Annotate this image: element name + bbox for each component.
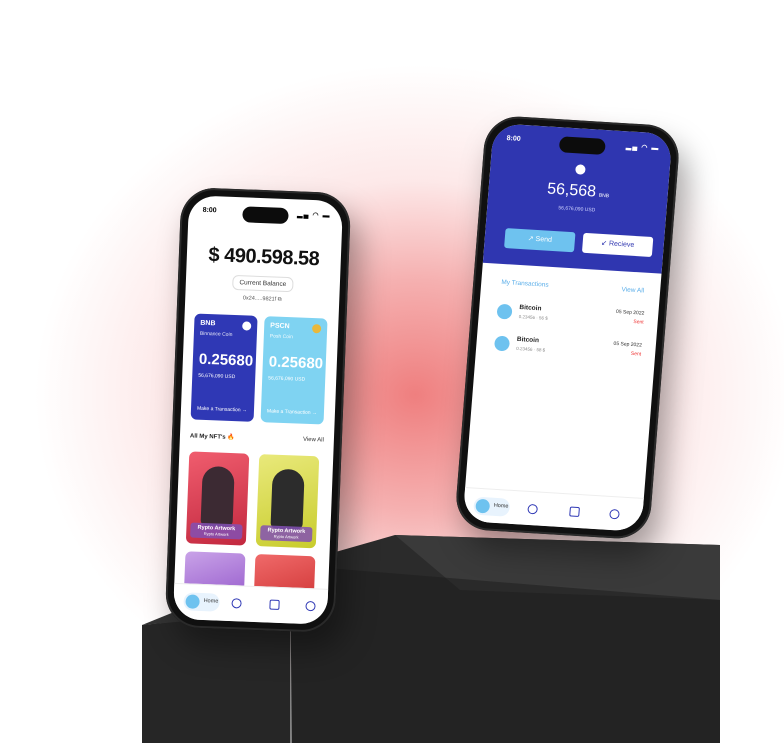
coin-icon: [311, 324, 322, 334]
bitcoin-icon: [496, 303, 513, 320]
nft-card[interactable]: Rypto Artwork Rypto Artwork: [255, 454, 320, 549]
wallet-icon[interactable]: [569, 506, 580, 518]
nft-heading: All My NFT's 🔥: [189, 433, 235, 442]
signal-wifi-battery-icon: ▂▄ ◠ ▬: [625, 143, 660, 153]
tx-date: 05 Sep 2022: [613, 340, 643, 349]
compass-icon[interactable]: [231, 598, 242, 609]
make-transaction-link[interactable]: Make a Transaction →: [197, 406, 247, 414]
card-coin-name: Posh Coin: [269, 333, 294, 341]
tx-status: Sent: [633, 319, 644, 326]
phone-left-screen: 8:00 ▂▄ ◠ ▬ $ 490.598.58 Current Balance…: [172, 195, 344, 625]
gear-icon[interactable]: [305, 600, 316, 612]
nav-home-label: Home: [203, 598, 219, 605]
send-button[interactable]: ↗ Send: [504, 228, 576, 253]
card-amount: 0.25680: [198, 350, 254, 370]
total-balance: $ 490.598.58: [208, 243, 320, 271]
status-time: 8:00: [506, 134, 521, 143]
status-time: 8:00: [202, 206, 217, 215]
arrow-right-icon: →: [241, 407, 248, 414]
nft-view-all-link[interactable]: View All: [303, 437, 324, 444]
coin-card-pscn[interactable]: PSCN Posh Coin 0.25680 56,676,090 USD Ma…: [260, 316, 328, 425]
copy-icon[interactable]: ⧉: [278, 297, 282, 303]
tx-status: Sent: [630, 350, 642, 358]
transaction-row[interactable]: Bitcoin 0.23456 · 58 $ 05 Sep 2022 Sent: [493, 334, 642, 371]
wallet-icon[interactable]: [269, 599, 280, 610]
phone-right: 8:00 ▂▄ ◠ ▬ 56,568 BNB 56,676,090 USD ↗ S…: [453, 114, 682, 541]
card-amount: 0.25680: [268, 353, 324, 373]
arrow-down-left-icon: ↙: [600, 239, 608, 248]
tx-detail: 0.23456 · 58 $: [516, 345, 546, 353]
signal-wifi-battery-icon: ▂▄ ◠ ▬: [297, 211, 331, 220]
wallet-address[interactable]: 0x24.....9821f ⧉: [185, 293, 339, 306]
card-usd: 56,676,090 USD: [198, 372, 236, 381]
coin-card-bnb[interactable]: BNB Binnance Coin 0.25680 56,676,090 USD…: [190, 313, 258, 422]
current-balance-label: Current Balance: [232, 274, 294, 293]
fire-icon: 🔥: [227, 434, 235, 442]
gear-icon[interactable]: [609, 508, 620, 520]
dynamic-island: [242, 206, 289, 225]
tx-coin-name: Bitcoin: [519, 304, 542, 313]
arrow-right-icon: →: [311, 410, 318, 417]
nft-artwork-image: [270, 468, 305, 530]
receive-button[interactable]: ↙ Recieve: [581, 232, 654, 258]
bottom-nav: Home: [462, 487, 644, 532]
phone-left: 8:00 ▂▄ ◠ ▬ $ 490.598.58 Current Balance…: [164, 186, 352, 634]
nft-card[interactable]: Rypto Artwork Rypto Artwork: [185, 451, 250, 546]
tx-coin-name: Bitcoin: [516, 335, 540, 345]
dynamic-island: [558, 136, 606, 155]
nav-home-label: Home: [493, 502, 509, 510]
transactions-view-all-link[interactable]: View All: [621, 286, 644, 294]
phone-right-screen: 8:00 ▂▄ ◠ ▬ 56,568 BNB 56,676,090 USD ↗ S…: [462, 123, 673, 532]
compass-icon[interactable]: [527, 503, 539, 515]
bitcoin-icon: [493, 335, 511, 352]
coin-icon: [242, 321, 252, 331]
tx-detail: 0.23456 · 56 $: [518, 314, 548, 321]
nft-label: Rypto Artwork Rypto Artwork: [190, 522, 243, 540]
make-transaction-link[interactable]: Make a Transaction →: [267, 408, 317, 416]
transaction-row[interactable]: Bitcoin 0.23456 · 56 $ 05 Sep 2022 Sent: [496, 302, 645, 339]
tx-date: 05 Sep 2022: [615, 308, 645, 317]
nft-label: Rypto Artwork Rypto Artwork: [260, 525, 313, 543]
bottom-nav: Home: [172, 582, 329, 625]
nft-artwork-image: [200, 465, 235, 528]
transactions-heading: My Transactions: [501, 278, 549, 289]
card-coin-name: Binnance Coin: [199, 330, 233, 338]
card-usd: 56,676,090 USD: [268, 375, 306, 383]
pedestal: [142, 535, 720, 743]
arrow-up-right-icon: ↗: [527, 235, 534, 243]
